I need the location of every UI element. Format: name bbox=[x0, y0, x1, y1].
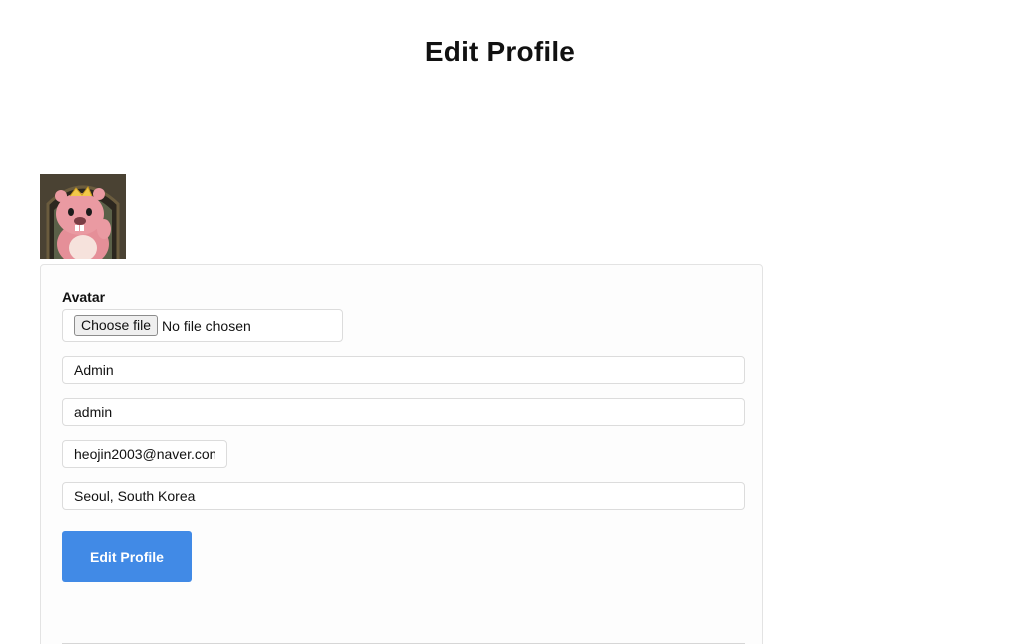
profile-form-card: Avatar Choose file No file chosen Edit P… bbox=[40, 264, 763, 644]
username-input[interactable] bbox=[62, 398, 745, 426]
page-title: Edit Profile bbox=[424, 36, 576, 67]
edit-profile-button[interactable]: Edit Profile bbox=[62, 531, 192, 582]
email-input[interactable] bbox=[62, 440, 227, 468]
avatar-file-input[interactable]: Choose file No file chosen bbox=[62, 309, 343, 342]
choose-file-button[interactable]: Choose file bbox=[74, 315, 159, 336]
avatar-label: Avatar bbox=[62, 289, 106, 305]
location-input[interactable] bbox=[62, 482, 745, 510]
name-input[interactable] bbox=[62, 356, 745, 384]
file-status-text: No file chosen bbox=[162, 317, 251, 334]
avatar-preview-image bbox=[40, 174, 126, 259]
edit-profile-page: Edit Profile Avatar Choose file No file … bbox=[0, 0, 1024, 644]
